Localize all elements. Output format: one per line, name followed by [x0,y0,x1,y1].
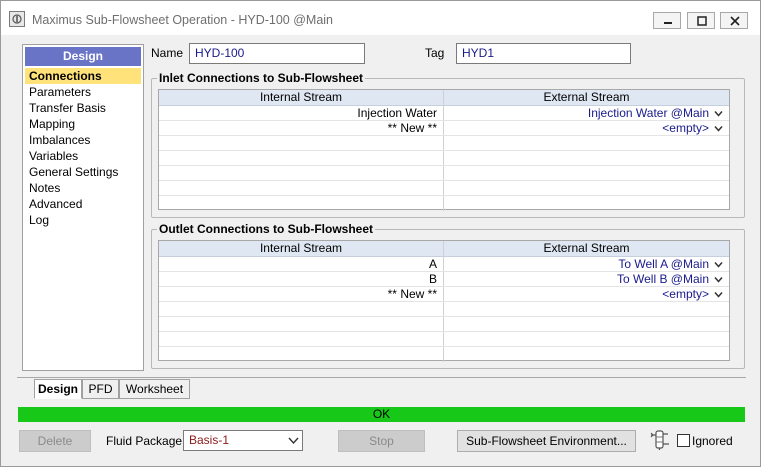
nav-list: Connections Parameters Transfer Basis Ma… [25,68,141,228]
minimize-icon[interactable] [653,12,681,29]
outlet-col-internal[interactable]: Internal Stream [159,241,443,256]
inlet-external-stream[interactable]: <empty> [444,121,709,135]
chevron-down-icon[interactable] [712,258,725,271]
tab-separator [17,377,746,378]
inlet-internal-stream[interactable]: ** New ** [159,121,437,135]
chevron-down-icon[interactable] [712,288,725,301]
table-row-empty [159,151,729,166]
chevron-down-icon[interactable] [712,273,725,286]
sub-flowsheet-icon [650,430,669,450]
inlet-grid: Internal Stream External Stream Injectio… [158,89,730,211]
table-row[interactable]: ** New ** <empty> [159,121,729,136]
delete-button[interactable]: Delete [19,430,91,452]
table-row-empty [159,317,729,332]
nav-item-general-settings[interactable]: General Settings [25,164,141,180]
inlet-grid-header: Internal Stream External Stream [159,90,729,106]
nav-item-notes[interactable]: Notes [25,180,141,196]
nav-item-connections[interactable]: Connections [25,68,141,84]
sub-flowsheet-window: Maximus Sub-Flowsheet Operation - HYD-10… [0,0,761,467]
stop-button[interactable]: Stop [338,430,425,452]
sub-flowsheet-environment-button[interactable]: Sub-Flowsheet Environment... [457,430,636,452]
tag-field[interactable]: HYD1 [456,43,631,64]
table-row-empty [159,166,729,181]
table-row-empty [159,332,729,347]
close-icon[interactable] [720,12,748,29]
nav-item-advanced[interactable]: Advanced [25,196,141,212]
outlet-internal-stream[interactable]: A [159,257,437,271]
inlet-group-title: Inlet Connections to Sub-Flowsheet [157,71,365,85]
nav-header: Design [25,47,141,66]
outlet-internal-stream[interactable]: B [159,272,437,286]
outlet-grid-header: Internal Stream External Stream [159,241,729,257]
ignored-label: Ignored [692,434,733,448]
chevron-down-icon[interactable] [712,122,725,135]
table-row[interactable]: A To Well A @Main [159,257,729,272]
outlet-grid: Internal Stream External Stream A To Wel… [158,240,730,362]
table-row[interactable]: B To Well B @Main [159,272,729,287]
inlet-col-external[interactable]: External Stream [444,90,729,105]
outlet-col-external[interactable]: External Stream [444,241,729,256]
maximize-icon[interactable] [687,12,715,29]
table-row[interactable]: Injection Water Injection Water @Main [159,106,729,121]
name-field[interactable]: HYD-100 [189,43,365,64]
table-row-empty [159,136,729,151]
table-row-empty [159,302,729,317]
nav-item-imbalances[interactable]: Imbalances [25,132,141,148]
outlet-connections-group: Outlet Connections to Sub-Flowsheet Inte… [151,222,745,369]
nav-item-parameters[interactable]: Parameters [25,84,141,100]
outlet-group-title: Outlet Connections to Sub-Flowsheet [157,222,375,236]
title-bar[interactable]: Maximus Sub-Flowsheet Operation - HYD-10… [1,1,760,35]
name-label: Name [151,46,184,60]
nav-item-transfer-basis[interactable]: Transfer Basis [25,100,141,116]
outlet-internal-stream[interactable]: ** New ** [159,287,437,301]
nav-item-mapping[interactable]: Mapping [25,116,141,132]
table-row[interactable]: ** New ** <empty> [159,287,729,302]
tag-label: Tag [425,46,445,60]
tab-pfd[interactable]: PFD [82,379,119,399]
inlet-connections-group: Inlet Connections to Sub-Flowsheet Inter… [151,71,745,218]
chevron-down-icon[interactable] [712,107,725,120]
nav-item-log[interactable]: Log [25,212,141,228]
fluid-package-select[interactable]: Basis-1 [183,430,303,451]
ignored-checkbox[interactable] [677,434,690,447]
outlet-external-stream[interactable]: <empty> [444,287,709,301]
design-nav-panel: Design Connections Parameters Transfer B… [22,44,144,371]
outlet-external-stream[interactable]: To Well B @Main [444,272,709,286]
outlet-external-stream[interactable]: To Well A @Main [444,257,709,271]
inlet-external-stream[interactable]: Injection Water @Main [444,106,709,120]
fluid-package-value: Basis-1 [189,433,230,447]
window-title: Maximus Sub-Flowsheet Operation - HYD-10… [32,13,333,27]
tab-worksheet[interactable]: Worksheet [119,379,190,399]
chevron-down-icon [288,437,299,445]
status-bar: OK [18,407,745,422]
fluid-package-label: Fluid Package [106,434,183,448]
tab-design[interactable]: Design [34,379,82,399]
nav-item-variables[interactable]: Variables [25,148,141,164]
table-row-empty [159,181,729,196]
inlet-col-internal[interactable]: Internal Stream [159,90,443,105]
inlet-internal-stream[interactable]: Injection Water [159,106,437,120]
app-icon [9,11,25,27]
